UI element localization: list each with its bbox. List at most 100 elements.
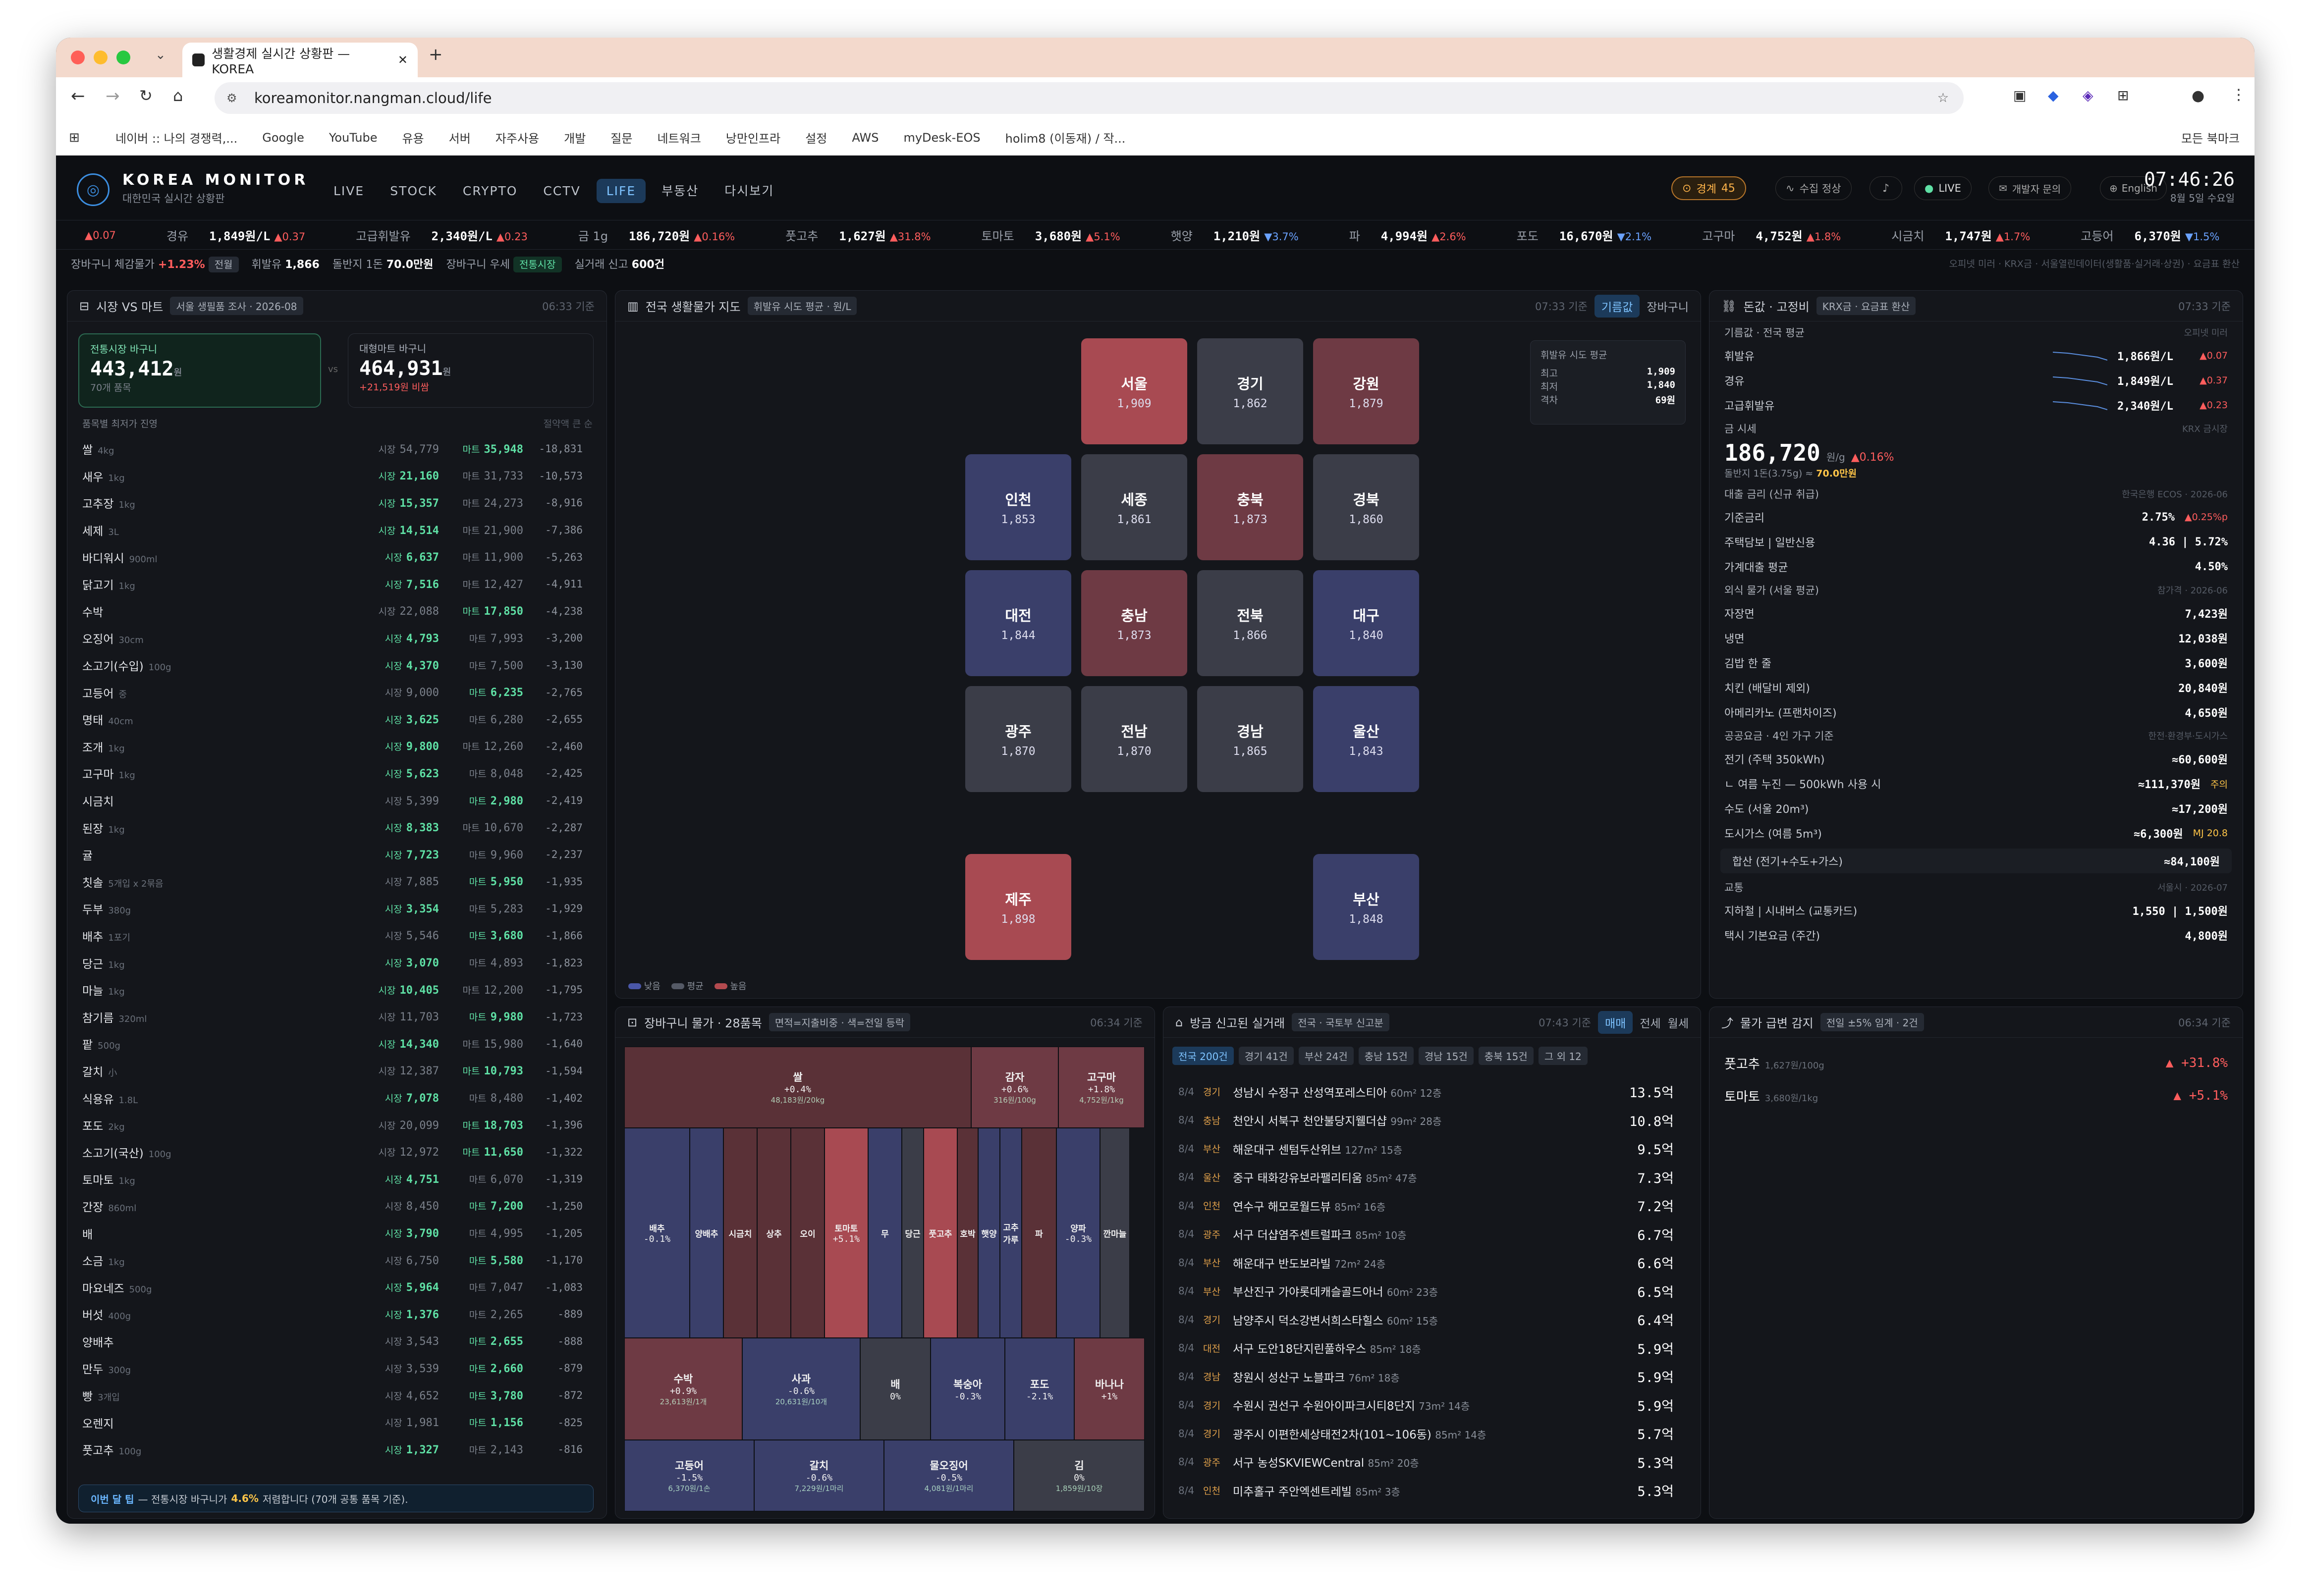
collect-status[interactable]: ∿ 수집 정상 xyxy=(1775,176,1852,200)
treemap-cell[interactable]: 무 xyxy=(868,1128,902,1338)
deal-row[interactable]: 8/4 부산 해운대구 센텀두산위브 127m² 15층 9.5억 xyxy=(1163,1134,1689,1163)
treemap-cell[interactable]: 사과 -0.6% 20,631원/10개 xyxy=(742,1338,860,1440)
list-item[interactable]: 바디워시 900ml 시장 6,637 마트 11,900 -5,263 xyxy=(67,543,598,571)
bookmark-item[interactable]: YouTube xyxy=(329,131,378,145)
region-filter-chip[interactable]: 전국 200건 xyxy=(1172,1047,1234,1065)
region-filter-chip[interactable]: 충남 15건 xyxy=(1358,1047,1414,1065)
bookmark-folder[interactable]: 개발 xyxy=(564,129,586,146)
treemap-cell[interactable]: 김 0% 1,859원/10장 xyxy=(1014,1440,1145,1511)
region-tile-8[interactable]: 충남 1,873 xyxy=(1081,570,1187,676)
treemap-cell[interactable]: 고등어 -1.5% 6,370원/1손 xyxy=(624,1440,754,1511)
region-tile-14[interactable]: 울산 1,843 xyxy=(1313,686,1419,792)
list-item[interactable]: 쌀 4kg 시장 54,779 마트 35,948 -18,831 xyxy=(67,435,598,463)
deal-row[interactable]: 8/4 울산 중구 태화강유보라팰리티움 85m² 47층 7.3억 xyxy=(1163,1163,1689,1192)
reload-icon[interactable]: ↻ xyxy=(139,86,153,105)
bookmark-folder[interactable]: 네트워크 xyxy=(657,129,701,146)
nav-live[interactable]: LIVE xyxy=(324,179,374,203)
region-tile-5[interactable]: 충북 1,873 xyxy=(1197,454,1303,560)
mart-basket-card[interactable]: 대형마트 바구니 464,931원 +21,519원 비쌈 xyxy=(348,333,594,408)
list-item[interactable]: 새우 1kg 시장 21,160 마트 31,733 -10,573 xyxy=(67,463,598,490)
list-item[interactable]: 명태 40cm 시장 3,625 마트 6,280 -2,655 xyxy=(67,706,598,733)
list-item[interactable]: 수박 시장 22,088 마트 17,850 -4,238 xyxy=(67,598,598,625)
region-tile-7[interactable]: 대전 1,844 xyxy=(965,570,1071,676)
close-tab-icon[interactable]: ✕ xyxy=(398,53,408,67)
treemap-cell[interactable]: 토마토 +5.1% xyxy=(825,1128,868,1338)
treemap-cell[interactable]: 감자 +0.6% 316원/100g xyxy=(971,1047,1058,1128)
treemap-cell[interactable]: 바나나 +1% xyxy=(1074,1338,1145,1440)
ticker-item[interactable]: 고등어 6,370원 ▼1.5% xyxy=(2081,226,2253,244)
treemap-cell[interactable]: 햇양 xyxy=(978,1128,1000,1338)
region-filter-chip[interactable]: 경남 15건 xyxy=(1418,1047,1474,1065)
treemap-cell[interactable]: 물오징어 -0.5% 4,081원/1마리 xyxy=(884,1440,1014,1511)
avatar[interactable]: ● xyxy=(2192,87,2204,105)
close-window-button[interactable] xyxy=(71,51,85,64)
deal-row[interactable]: 8/4 경기 광주시 이편한세상태전2차(101~106동) 85m² 14층 5.7… xyxy=(1163,1419,1689,1448)
treemap-cell[interactable]: 수박 +0.9% 23,613원/1개 xyxy=(624,1338,742,1440)
back-icon[interactable]: ← xyxy=(71,86,85,106)
list-item[interactable]: 조개 1kg 시장 9,800 마트 12,260 -2,460 xyxy=(67,733,598,760)
region-tile-2[interactable]: 강원 1,879 xyxy=(1313,338,1419,444)
list-item[interactable]: 간장 860ml 시장 8,450 마트 7,200 -1,250 xyxy=(67,1193,598,1220)
region-tile-12[interactable]: 전남 1,870 xyxy=(1081,686,1187,792)
nav-cctv[interactable]: CCTV xyxy=(533,179,590,203)
treemap-cell[interactable]: 깐마늘 xyxy=(1100,1128,1130,1338)
tab-sale[interactable]: 매매 xyxy=(1598,1011,1633,1034)
bookmark-folder[interactable]: 유용 xyxy=(402,129,424,146)
list-item[interactable]: 마늘 1kg 시장 10,405 마트 12,200 -1,795 xyxy=(67,976,598,1004)
minimize-window-button[interactable] xyxy=(94,51,108,64)
deal-row[interactable]: 8/4 충남 천안시 서북구 천안불당지웰더샵 99m² 28층 10.8억 xyxy=(1163,1106,1689,1135)
menu-icon[interactable]: ⋮ xyxy=(2231,86,2246,104)
home-icon[interactable]: ⌂ xyxy=(173,86,183,105)
nav-replay[interactable]: 다시보기 xyxy=(715,176,784,204)
wallet-extension-icon[interactable]: ◈ xyxy=(2083,87,2093,104)
surge-row[interactable]: 풋고추 1,627원/100g ▲ +31.8% xyxy=(1709,1047,2243,1079)
list-item[interactable]: 배추 1포기 시장 5,546 마트 3,680 -1,866 xyxy=(67,922,598,950)
region-tile-11[interactable]: 광주 1,870 xyxy=(965,686,1071,792)
bookmark-folder[interactable]: 자주사용 xyxy=(495,129,539,146)
region-tile-13[interactable]: 경남 1,865 xyxy=(1197,686,1303,792)
bookmark-item[interactable]: 네이버 :: 나의 경쟁력,... xyxy=(115,129,237,146)
bookmark-folder[interactable]: 서버 xyxy=(449,129,471,146)
extension-icon[interactable]: ▣ xyxy=(2013,87,2026,104)
list-item[interactable]: 포도 2kg 시장 20,099 마트 18,703 -1,396 xyxy=(67,1112,598,1139)
live-badge[interactable]: ● LIVE xyxy=(1914,176,1972,200)
contact-button[interactable]: ✉ 개발자 문의 xyxy=(1988,176,2072,200)
puzzle-icon[interactable]: ⊞ xyxy=(2117,87,2129,104)
region-tile-9[interactable]: 전북 1,866 xyxy=(1197,570,1303,676)
region-tile-15[interactable]: 제주 1,898 xyxy=(965,854,1071,960)
list-item[interactable]: 고등어 중 시장 9,000 마트 6,235 -2,765 xyxy=(67,679,598,706)
deal-row[interactable]: 8/4 인천 미추홀구 주안엑센트레빌 85m² 3층 5.3억 xyxy=(1163,1476,1689,1505)
deal-row[interactable]: 8/4 대전 서구 도안18단지린풀하우스 85m² 18층 5.9억 xyxy=(1163,1334,1689,1363)
nav-life[interactable]: LIFE xyxy=(596,179,646,203)
list-item[interactable]: 만두 300g 시장 3,539 마트 2,660 -879 xyxy=(67,1355,598,1382)
treemap-cell[interactable]: 오이 xyxy=(791,1128,825,1338)
treemap-cell[interactable]: 복숭아 -0.3% xyxy=(931,1338,1005,1440)
apps-grid-icon[interactable]: ⊞ xyxy=(69,130,80,145)
browser-tab[interactable]: 생활경제 실시간 상황판 — KOREA ✕ xyxy=(182,43,418,77)
list-item[interactable]: 마요네즈 500g 시장 5,964 마트 7,047 -1,083 xyxy=(67,1274,598,1301)
deal-row[interactable]: 8/4 경남 창원시 성산구 노블파크 76m² 18층 5.9억 xyxy=(1163,1362,1689,1391)
all-bookmarks[interactable]: 모든 북마크 xyxy=(2181,129,2240,146)
list-item[interactable]: 칫솔 5개입 x 2묶음 시장 7,885 마트 5,950 -1,935 xyxy=(67,868,598,896)
list-item[interactable]: 시금치 시장 5,399 마트 2,980 -2,419 xyxy=(67,787,598,814)
treemap-cell[interactable]: 포도 -2.1% xyxy=(1005,1338,1074,1440)
list-item[interactable]: 고추장 1kg 시장 15,357 마트 24,273 -8,916 xyxy=(67,489,598,517)
deal-row[interactable]: 8/4 경기 성남시 수정구 산성역포레스티아 60m² 12층 13.5억 xyxy=(1163,1077,1689,1106)
bookmark-item[interactable]: Google xyxy=(262,131,304,145)
list-item[interactable]: 당근 1kg 시장 3,070 마트 4,893 -1,823 xyxy=(67,949,598,976)
treemap-cell[interactable]: 쌀 +0.4% 48,183원/20kg xyxy=(624,1047,971,1128)
treemap-cell[interactable]: 고추가루 xyxy=(1000,1128,1022,1338)
tab-list-icon[interactable]: ⌄ xyxy=(155,48,166,62)
region-tile-10[interactable]: 대구 1,840 xyxy=(1313,570,1419,676)
ticker-item[interactable]: 시금치 1,747원 ▲1.7% xyxy=(1891,226,2064,244)
treemap-cell[interactable]: 당근 xyxy=(902,1128,924,1338)
bookmark-item[interactable]: holim8 (이동재) / 작... xyxy=(1005,129,1126,146)
list-item[interactable]: 오렌지 시장 1,981 마트 1,156 -825 xyxy=(67,1409,598,1436)
site-info-icon[interactable]: ⚙ xyxy=(226,91,237,105)
nav-realestate[interactable]: 부동산 xyxy=(652,176,709,204)
bookmark-star-icon[interactable]: ☆ xyxy=(1937,91,1949,106)
list-item[interactable]: 풋고추 100g 시장 1,327 마트 2,143 -816 xyxy=(67,1436,598,1463)
sound-icon[interactable]: ♪ xyxy=(1870,176,1902,200)
nav-crypto[interactable]: CRYPTO xyxy=(453,179,528,203)
address-bar[interactable]: ⚙ koreamonitor.nangman.cloud/life ☆ xyxy=(215,82,1964,114)
